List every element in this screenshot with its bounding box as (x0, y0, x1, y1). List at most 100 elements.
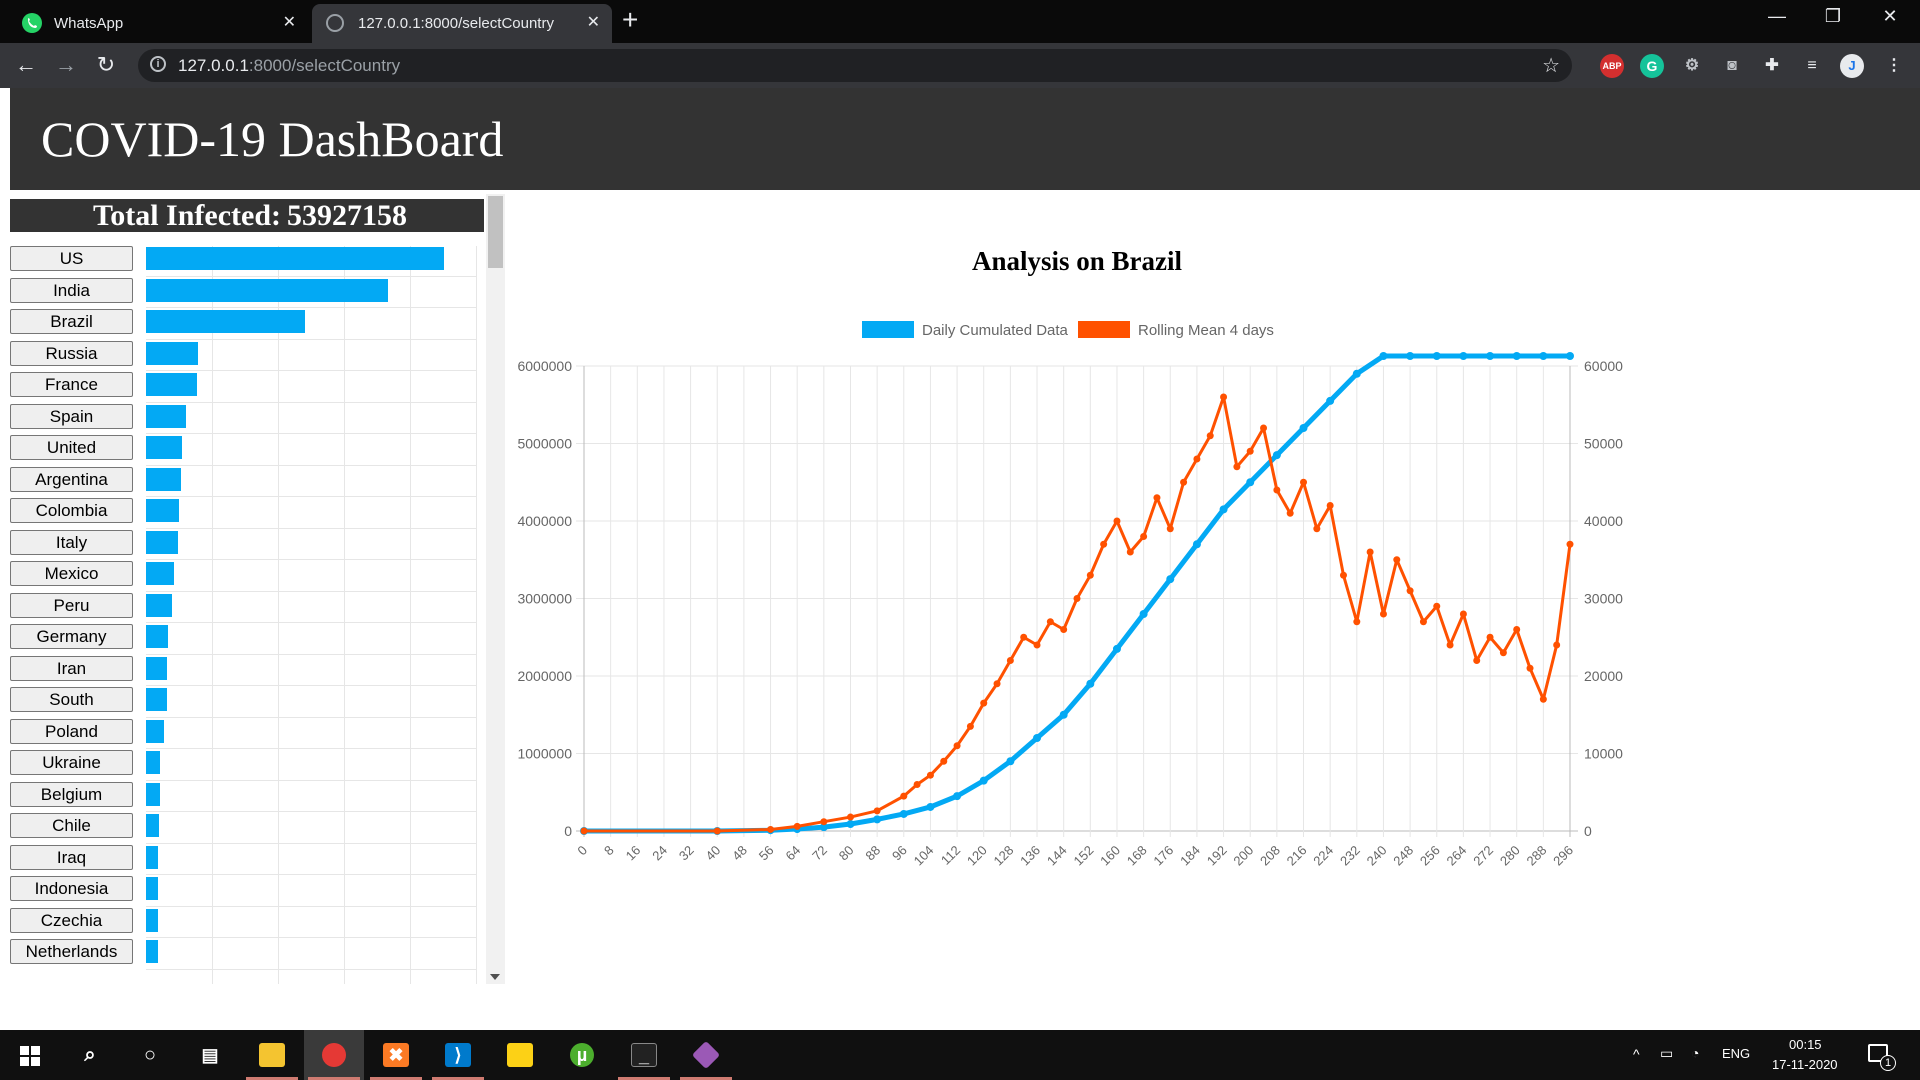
country-button-iran[interactable]: Iran (10, 655, 133, 681)
close-icon[interactable]: ✕ (283, 14, 296, 32)
country-button-brazil[interactable]: Brazil (10, 309, 133, 334)
chrome-icon[interactable] (304, 1030, 364, 1080)
country-button-spain[interactable]: Spain (10, 403, 133, 429)
clock-date[interactable]: 17-11-2020 (1772, 1057, 1838, 1072)
series-point (1112, 644, 1121, 653)
tab-select-country[interactable]: 127.0.0.1:8000/selectCountry ✕ (312, 4, 612, 43)
bookmark-star-icon[interactable]: ☆ (1542, 53, 1560, 78)
x-tick-label: 40 (703, 843, 724, 864)
abp-icon[interactable]: ABP (1600, 54, 1624, 78)
camera-icon[interactable]: ◙ (1720, 54, 1744, 78)
terminal-icon[interactable]: _ (614, 1030, 674, 1080)
browser-tab-strip: WhatsApp ✕ 127.0.0.1:8000/selectCountry … (0, 0, 1920, 43)
xampp-icon[interactable]: ✖ (366, 1030, 426, 1080)
restore-icon[interactable]: ❐ (1813, 6, 1853, 27)
country-button-netherlands[interactable]: Netherlands (10, 939, 133, 964)
series-point (1512, 352, 1521, 360)
country-button-indonesia[interactable]: Indonesia (10, 876, 133, 901)
country-bar (146, 625, 168, 648)
bar-grid-line (146, 937, 476, 938)
country-bar (146, 436, 182, 459)
wifi-icon[interactable]: ◔ (1691, 1045, 1699, 1061)
info-icon[interactable]: i (150, 56, 166, 72)
country-bar-chart (146, 246, 477, 984)
profile-avatar[interactable]: J (1840, 54, 1864, 78)
tray-chevron-icon[interactable]: ^ (1633, 1046, 1640, 1062)
bar-grid-line (146, 716, 476, 718)
bar-grid-line (146, 307, 476, 308)
series-point (1060, 626, 1068, 633)
series-point (1486, 633, 1494, 641)
battery-icon[interactable]: ▭ (1660, 1045, 1673, 1062)
country-button-czechia[interactable]: Czechia (10, 907, 133, 933)
country-button-italy[interactable]: Italy (10, 529, 133, 555)
series-point (1006, 757, 1015, 766)
country-button-chile[interactable]: Chile (10, 813, 133, 838)
file-explorer-icon[interactable] (242, 1030, 302, 1080)
country-button-south[interactable]: South (10, 687, 133, 712)
legend-label: Daily Cumulated Data (922, 322, 1069, 339)
x-tick-label: 248 (1390, 843, 1416, 869)
series-point (873, 815, 882, 824)
country-button-germany[interactable]: Germany (10, 624, 133, 649)
close-icon[interactable]: ✕ (587, 14, 600, 32)
country-button-ukraine[interactable]: Ukraine (10, 750, 133, 775)
series-point (1326, 502, 1334, 509)
x-tick-label: 0 (574, 843, 590, 859)
minimize-icon[interactable]: — (1757, 6, 1797, 27)
scroll-down-arrow-icon[interactable] (490, 974, 500, 980)
series-point (899, 809, 908, 818)
x-tick-label: 160 (1097, 843, 1123, 869)
country-button-mexico[interactable]: Mexico (10, 561, 133, 586)
address-url[interactable]: 127.0.0.1:8000/selectCountry (178, 56, 400, 76)
search-icon[interactable]: ⌕ (60, 1030, 120, 1080)
clock-time[interactable]: 00:15 (1789, 1037, 1822, 1052)
country-button-belgium[interactable]: Belgium (10, 781, 133, 807)
total-infected-value: 53927158 (287, 199, 408, 232)
reload-icon[interactable]: ↻ (92, 51, 120, 79)
tab-whatsapp[interactable]: WhatsApp ✕ (8, 4, 308, 43)
country-button-india[interactable]: India (10, 277, 133, 303)
bar-grid-line (146, 559, 476, 560)
cortana-icon[interactable]: ○ (120, 1030, 180, 1080)
grammarly-icon[interactable]: G (1640, 54, 1664, 78)
country-button-colombia[interactable]: Colombia (10, 498, 133, 523)
vscode-icon[interactable]: ⟩ (428, 1030, 488, 1080)
panel-scrollbar[interactable] (486, 194, 505, 984)
windows-start-icon[interactable] (0, 1030, 60, 1080)
bar-grid-line (146, 338, 476, 340)
git-icon[interactable] (676, 1030, 736, 1080)
bar-grid-line (146, 748, 476, 749)
country-button-poland[interactable]: Poland (10, 718, 133, 744)
series-point (1273, 486, 1281, 494)
country-button-us[interactable]: US (10, 246, 133, 271)
new-tab-button[interactable]: + (622, 6, 638, 34)
x-tick-label: 264 (1444, 843, 1470, 869)
series-point (1100, 540, 1108, 548)
address-bar[interactable]: i 127.0.0.1:8000/selectCountry ☆ (138, 49, 1572, 82)
puzzle-icon[interactable]: ✚ (1760, 54, 1784, 78)
series-point (1379, 352, 1388, 360)
y-left-tick-label: 4000000 (517, 513, 572, 529)
scrollbar-thumb[interactable] (488, 196, 503, 268)
country-button-iraq[interactable]: Iraq (10, 844, 133, 870)
language-indicator[interactable]: ENG (1722, 1046, 1750, 1061)
country-button-united[interactable]: United (10, 435, 133, 460)
extension-bike-icon[interactable]: ⚙ (1680, 54, 1704, 78)
country-button-france[interactable]: France (10, 372, 133, 397)
sticky-notes-icon[interactable] (490, 1030, 550, 1080)
media-icon[interactable]: ≡ (1800, 54, 1824, 78)
series-point (1313, 525, 1321, 533)
country-bar (146, 845, 158, 869)
back-icon[interactable]: ← (12, 51, 40, 79)
task-view-icon[interactable]: ▤ (180, 1030, 240, 1080)
forward-icon[interactable]: → (52, 51, 80, 79)
menu-icon[interactable]: ⋮ (1882, 54, 1906, 78)
window-close-icon[interactable]: ✕ (1870, 6, 1910, 27)
country-button-russia[interactable]: Russia (10, 340, 133, 366)
utorrent-icon[interactable]: µ (552, 1030, 612, 1080)
series-point (1300, 478, 1308, 486)
y-right-tick-label: 60000 (1584, 358, 1623, 374)
country-button-peru[interactable]: Peru (10, 592, 133, 618)
country-button-argentina[interactable]: Argentina (10, 466, 133, 492)
